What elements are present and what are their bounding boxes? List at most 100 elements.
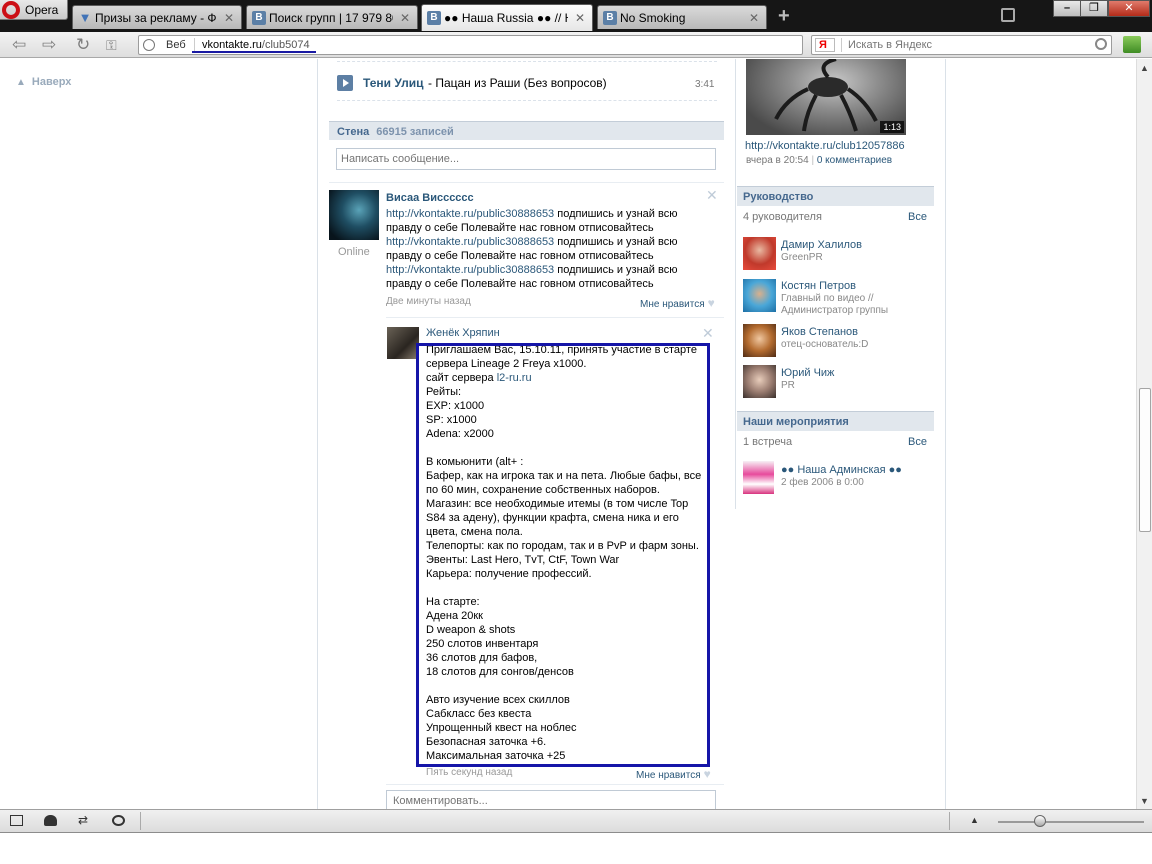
wand-key-icon[interactable]: ⚿ bbox=[106, 36, 117, 54]
manager-role: GreenPR bbox=[781, 252, 823, 263]
scroll-up-arrow-icon[interactable]: ▲ bbox=[1140, 63, 1149, 73]
manager-avatar[interactable] bbox=[743, 365, 776, 398]
post-link[interactable]: http://vkontakte.ru/public30888653 bbox=[386, 236, 554, 248]
heart-icon: ♥ bbox=[703, 767, 711, 781]
search-input[interactable] bbox=[848, 38, 1088, 52]
opera-unite-cloud-icon[interactable] bbox=[44, 815, 57, 826]
vk-favicon-icon: B bbox=[427, 11, 441, 25]
wall-post-input[interactable] bbox=[336, 148, 716, 170]
manager-name[interactable]: Дамир Халилов bbox=[781, 239, 862, 251]
new-tab-plus-icon[interactable]: + bbox=[778, 6, 790, 26]
status-bar: ⇄ ▲ bbox=[0, 809, 1152, 832]
scroll-down-arrow-icon[interactable]: ▼ bbox=[1140, 796, 1149, 806]
close-tab-icon[interactable]: ✕ bbox=[223, 11, 235, 25]
post-link[interactable]: http://vkontakte.ru/public30888653 bbox=[386, 208, 554, 220]
back-arrow-icon[interactable]: ⇦ bbox=[12, 36, 26, 54]
forward-arrow-icon[interactable]: ⇨ bbox=[42, 36, 56, 54]
events-header[interactable]: Наши мероприятия bbox=[737, 411, 934, 431]
close-window-button[interactable]: ✕ bbox=[1108, 0, 1150, 17]
content-right-border bbox=[945, 59, 946, 809]
wall-title[interactable]: Стена bbox=[337, 126, 369, 138]
address-url[interactable]: vkontakte.ru/club5074 bbox=[202, 39, 310, 51]
video-time: вчера в 20:54 bbox=[746, 155, 809, 166]
search-box[interactable]: Я bbox=[811, 35, 1112, 55]
audio-divider-bottom bbox=[337, 100, 717, 101]
comment-input[interactable] bbox=[386, 790, 716, 809]
audio-artist[interactable]: Тени Улиц bbox=[363, 76, 423, 90]
manager-avatar[interactable] bbox=[743, 324, 776, 357]
video-meta-separator: | bbox=[811, 155, 815, 166]
manager-name[interactable]: Юрий Чиж bbox=[781, 367, 834, 379]
yandex-engine-icon[interactable]: Я bbox=[815, 38, 835, 52]
wall-header: Стена 66915 записей bbox=[329, 121, 724, 140]
post-author-avatar[interactable] bbox=[329, 190, 379, 240]
reply-author-name[interactable]: Женёк Хряпин bbox=[426, 327, 500, 339]
tab-group-search[interactable]: B Поиск групп | 17 979 80... ✕ bbox=[246, 5, 418, 29]
to-top-link[interactable]: ▲ Наверх bbox=[16, 76, 71, 88]
zoom-up-arrow-icon[interactable]: ▲ bbox=[970, 815, 979, 825]
post-divider bbox=[329, 182, 724, 183]
management-all-link[interactable]: Все bbox=[908, 211, 927, 223]
opera-menu-button[interactable]: Opera bbox=[0, 0, 68, 20]
up-arrow-icon: ▲ bbox=[16, 77, 26, 88]
scrollbar-thumb[interactable] bbox=[1139, 388, 1151, 532]
manager-role: PR bbox=[781, 380, 795, 391]
like-label: Мне нравится bbox=[640, 299, 705, 310]
close-tab-icon[interactable]: ✕ bbox=[574, 11, 586, 25]
tab-bar: Opera ▼ Призы за рекламу - Фо... ✕ B Пои… bbox=[0, 0, 1152, 32]
like-button[interactable]: Мне нравится ♥ bbox=[636, 767, 711, 781]
panel-toggle-icon[interactable] bbox=[10, 815, 23, 826]
address-host: vkontakte.ru bbox=[202, 39, 262, 51]
speed-dial-gauge-icon[interactable] bbox=[112, 815, 125, 826]
delete-post-icon[interactable]: ✕ bbox=[702, 325, 714, 342]
reload-icon[interactable]: ↻ bbox=[76, 36, 90, 54]
minimize-window-button[interactable]: – bbox=[1053, 0, 1081, 17]
post-divider bbox=[386, 317, 724, 318]
wall-count[interactable]: 66915 записей bbox=[376, 126, 454, 138]
page-scrollbar[interactable]: ▲ ▼ bbox=[1136, 59, 1152, 809]
post-author-name[interactable]: Bисаа Виссссcс bbox=[386, 192, 474, 204]
delete-post-icon[interactable]: ✕ bbox=[706, 187, 718, 204]
search-divider bbox=[841, 38, 842, 52]
event-name[interactable]: ●● Наша Админская ●● bbox=[781, 464, 902, 476]
zoom-slider-thumb[interactable] bbox=[1034, 815, 1046, 827]
video-thumbnail[interactable]: 1:13 bbox=[746, 59, 906, 135]
zoom-slider-track[interactable] bbox=[998, 821, 1144, 823]
reply-timestamp[interactable]: Пять секунд назад bbox=[426, 767, 512, 778]
audio-divider-top bbox=[337, 61, 717, 62]
video-link[interactable]: http://vkontakte.ru/club12057886 bbox=[745, 140, 905, 152]
manager-role: отец-основатель:D bbox=[781, 339, 869, 350]
taskbar-strip bbox=[0, 832, 1152, 864]
vk-favicon-icon: B bbox=[603, 10, 617, 25]
reply-author-avatar[interactable] bbox=[387, 327, 419, 359]
status-divider bbox=[140, 812, 141, 830]
management-header[interactable]: Руководство bbox=[737, 186, 934, 206]
manager-role: Главный по видео // Администратор группы bbox=[781, 293, 889, 316]
tab-nasha-russia[interactable]: B ●● Наша Russia ●● // HO... ✕ bbox=[421, 4, 593, 31]
search-icon[interactable] bbox=[1095, 38, 1107, 50]
video-comments-link[interactable]: 0 комментариев bbox=[817, 155, 892, 166]
manager-avatar[interactable] bbox=[743, 279, 776, 312]
mail-icon[interactable] bbox=[1123, 36, 1141, 53]
tab-prizes[interactable]: ▼ Призы за рекламу - Фо... ✕ bbox=[72, 5, 242, 29]
closed-tabs-trash-icon[interactable] bbox=[1001, 8, 1015, 22]
tab-label: Призы за рекламу - Фо... bbox=[95, 10, 217, 25]
close-tab-icon[interactable]: ✕ bbox=[399, 11, 411, 25]
opera-menu-label: Opera bbox=[25, 2, 59, 17]
post-link[interactable]: http://vkontakte.ru/public30888653 bbox=[386, 264, 554, 276]
manager-avatar[interactable] bbox=[743, 237, 776, 270]
events-all-link[interactable]: Все bbox=[908, 436, 927, 448]
restore-window-button[interactable]: ❐ bbox=[1080, 0, 1108, 17]
globe-icon bbox=[143, 39, 155, 51]
turbo-share-icon[interactable]: ⇄ bbox=[78, 814, 91, 826]
comment-divider bbox=[386, 784, 724, 785]
post-timestamp[interactable]: Две минуты назад bbox=[386, 296, 471, 307]
vk-favicon-icon: B bbox=[252, 10, 266, 25]
tab-no-smoking[interactable]: B No Smoking ✕ bbox=[597, 5, 767, 29]
like-button[interactable]: Мне нравится ♥ bbox=[640, 296, 715, 310]
manager-name[interactable]: Яков Степанов bbox=[781, 326, 858, 338]
play-icon[interactable] bbox=[337, 75, 353, 91]
manager-name[interactable]: Костян Петров bbox=[781, 280, 856, 292]
close-tab-icon[interactable]: ✕ bbox=[748, 11, 760, 25]
event-avatar[interactable] bbox=[743, 461, 774, 494]
